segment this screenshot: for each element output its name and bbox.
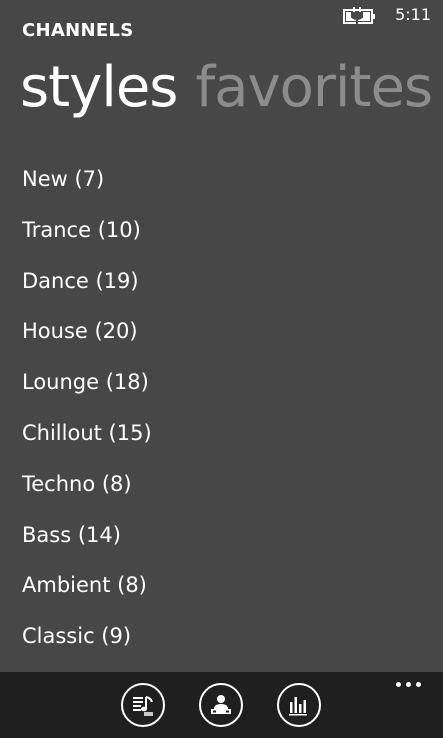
dj-icon — [211, 695, 231, 714]
tab-favorites[interactable]: favorites — [195, 52, 433, 124]
playlist-button[interactable] — [121, 683, 165, 727]
channel-item-dance[interactable]: Dance (19) — [22, 256, 422, 307]
channel-item-ambient[interactable]: Ambient (8) — [22, 560, 422, 611]
app-title: CHANNELS — [22, 20, 134, 41]
more-dot — [396, 682, 401, 687]
channel-item-classic[interactable]: Classic (9) — [22, 611, 422, 662]
channel-item-bass[interactable]: Bass (14) — [22, 510, 422, 561]
more-icon[interactable] — [392, 672, 426, 696]
equalizer-icon — [289, 697, 307, 716]
more-dot — [416, 682, 421, 687]
channel-item-techno[interactable]: Techno (8) — [22, 459, 422, 510]
channel-item-chillout[interactable]: Chillout (15) — [22, 408, 422, 459]
dj-button[interactable] — [199, 683, 243, 727]
battery-charging-icon — [343, 6, 379, 26]
more-dot — [406, 682, 411, 687]
channel-item-new[interactable]: New (7) — [22, 154, 422, 205]
equalizer-button[interactable] — [277, 683, 321, 727]
tab-styles[interactable]: styles — [20, 52, 178, 124]
clock: 5:11 — [395, 5, 431, 24]
channel-list: New (7) Trance (10) Dance (19) House (20… — [22, 154, 422, 662]
channel-item-trance[interactable]: Trance (10) — [22, 205, 422, 256]
app-bar — [0, 672, 443, 738]
channel-item-house[interactable]: House (20) — [22, 306, 422, 357]
playlist-icon — [133, 696, 153, 716]
channel-item-lounge[interactable]: Lounge (18) — [22, 357, 422, 408]
pivot-header: styles favorites — [20, 52, 443, 124]
